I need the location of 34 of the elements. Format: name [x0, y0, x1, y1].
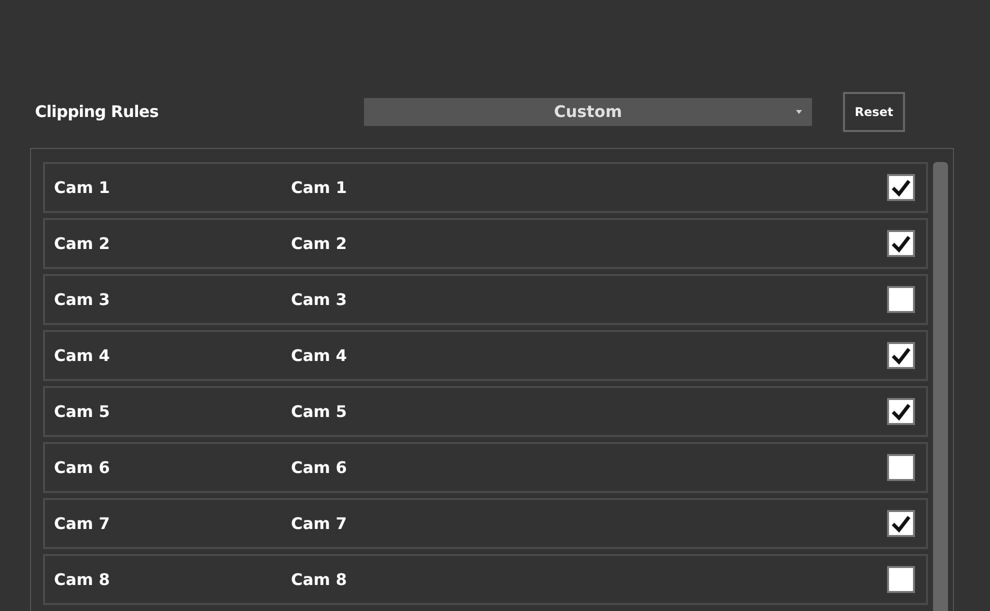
caret-icon: [796, 110, 802, 114]
row-label: Cam 3: [54, 288, 111, 310]
row-label: Cam 6: [54, 456, 111, 478]
row-checkbox[interactable]: [887, 510, 915, 537]
row-label: Cam 5: [291, 400, 348, 422]
row-label: Cam 4: [54, 344, 111, 366]
row-label: Cam 8: [54, 568, 111, 590]
checkmark-icon: [891, 402, 911, 420]
row-checkbox[interactable]: [887, 342, 915, 369]
row-checkbox[interactable]: [887, 230, 915, 257]
row-checkbox[interactable]: [887, 398, 915, 425]
row-checkbox[interactable]: [887, 454, 915, 481]
row-label: Cam 2: [54, 232, 111, 254]
row-label: Cam 3: [291, 288, 348, 310]
row-label: Cam 1: [54, 176, 111, 198]
row-checkbox[interactable]: [887, 286, 915, 313]
row-label: Cam 7: [291, 512, 348, 534]
checkmark-icon: [891, 234, 911, 252]
row-label: Cam 7: [54, 512, 111, 534]
section-title: Clipping Rules: [35, 101, 160, 123]
row-checkbox[interactable]: [887, 566, 915, 593]
scrollbar-thumb[interactable]: [933, 162, 948, 611]
checkmark-icon: [891, 514, 911, 532]
row-checkbox[interactable]: [887, 174, 915, 201]
row-label: Cam 2: [291, 232, 348, 254]
checkmark-icon: [891, 346, 911, 364]
row-label: Cam 6: [291, 456, 348, 478]
row-label: Cam 1: [291, 176, 348, 198]
rule-dropdown[interactable]: Custom: [364, 98, 812, 126]
checkmark-icon: [891, 178, 911, 196]
reset-button[interactable]: Reset: [843, 92, 905, 132]
row-label: Cam 5: [54, 400, 111, 422]
row-label: Cam 8: [291, 568, 348, 590]
row-label: Cam 4: [291, 344, 348, 366]
